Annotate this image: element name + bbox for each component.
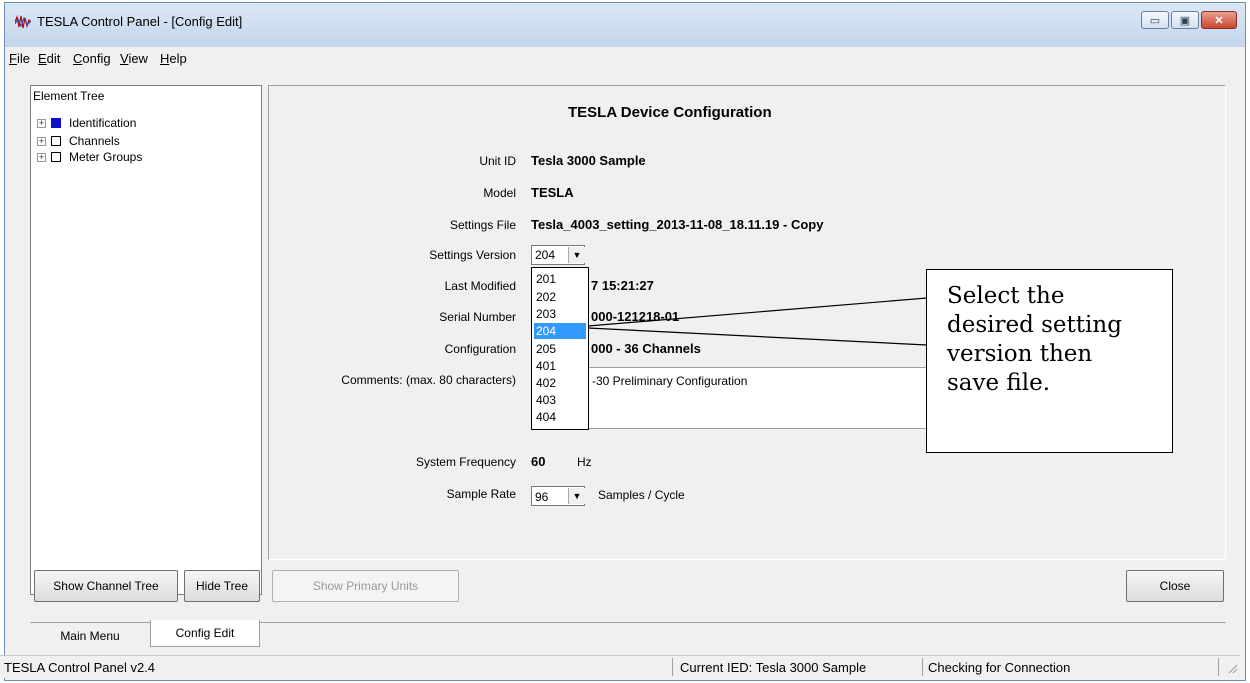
callout-line: version then	[947, 341, 1093, 367]
annotation-callout: Select the desired setting version then …	[926, 269, 1173, 453]
tab-main-menu[interactable]: Main Menu	[34, 622, 146, 649]
status-bar: TESLA Control Panel v2.4 Current IED: Te…	[0, 655, 1240, 678]
status-separator	[672, 658, 673, 676]
tab-config-edit[interactable]: Config Edit	[150, 620, 260, 647]
close-button[interactable]: Close	[1126, 570, 1224, 602]
current-ied-status: Current IED: Tesla 3000 Sample	[680, 659, 867, 675]
callout-line: save file.	[947, 370, 1051, 396]
hide-tree-button[interactable]: Hide Tree	[184, 570, 260, 602]
show-primary-units-button[interactable]: Show Primary Units	[272, 570, 459, 602]
app-version-status: TESLA Control Panel v2.4	[4, 659, 156, 675]
callout-line: Select the	[947, 283, 1065, 309]
callout-line: desired setting	[947, 312, 1122, 338]
connection-status: Checking for Connection	[928, 659, 1071, 675]
show-channel-tree-button[interactable]: Show Channel Tree	[34, 570, 178, 602]
resize-grip-icon[interactable]	[1226, 662, 1238, 674]
status-separator	[1218, 658, 1219, 676]
status-separator	[922, 658, 923, 676]
